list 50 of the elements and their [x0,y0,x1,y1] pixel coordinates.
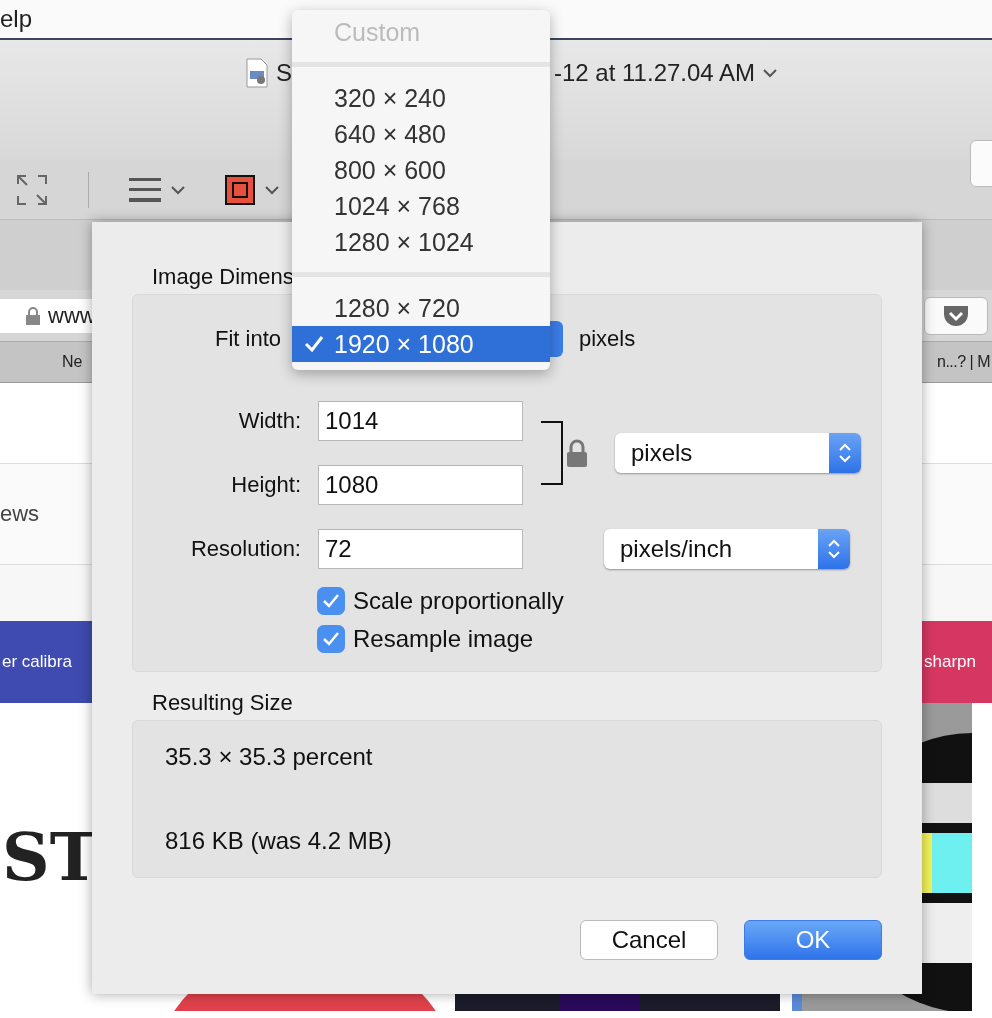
field-label: Height: [230,472,302,498]
menu-item[interactable]: 1280 × 720 [292,290,550,326]
banner[interactable]: sharpn [922,621,992,703]
chevron-icon [763,68,778,78]
unit-popup[interactable]: pixels/inch [604,529,850,569]
bracket [541,421,563,485]
chevron-icon [265,185,279,195]
menu-item[interactable]: 320 × 240 [292,80,550,116]
nav-link[interactable]: ews [0,501,40,527]
chevron-icon [171,185,185,195]
pocket-icon [943,303,969,328]
lines-icon[interactable] [129,175,161,204]
checkbox-label: Resample image [353,625,534,653]
check-icon [304,335,324,353]
lock-icon [26,306,40,325]
unit-label: pixels [579,326,636,352]
menu-title[interactable]: elp [0,5,33,33]
checkbox[interactable] [317,587,345,615]
border-color-icon[interactable] [225,174,255,205]
lock-icon[interactable] [567,439,587,467]
input-field[interactable]: 72 [318,529,523,569]
field-label: Width: [237,408,302,434]
menu-item[interactable]: 800 × 600 [292,152,550,188]
bookmark-link[interactable]: n...? | M [937,353,990,371]
section-title: Resulting Size [152,690,294,716]
result-text: 816 KB (was 4.2 MB) [165,827,393,855]
unit-popup[interactable]: pixels [615,433,861,473]
menu-item[interactable]: 1024 × 768 [292,188,550,224]
document-icon [246,58,268,88]
menu-item[interactable]: 1920 × 1080 [292,326,550,362]
banner[interactable]: er calibra [0,621,92,703]
checkbox[interactable] [317,625,345,653]
section-title: Image Dimens [152,264,295,290]
field-label: Fit into [213,326,281,352]
stepper-icon [838,441,852,465]
stepper-icon [827,537,841,561]
bookmark-link[interactable]: Ne [62,353,83,371]
input-field[interactable]: 1014 [318,401,523,441]
menu-item[interactable]: 640 × 480 [292,116,550,152]
pocket-button[interactable] [924,296,988,335]
cancel-button[interactable]: Cancel [580,920,718,960]
resize-icon[interactable] [16,173,48,206]
window-title: S [276,59,292,87]
result-text: 35.3 × 35.3 percent [165,743,374,771]
input-field[interactable]: 1080 [318,465,523,505]
checkbox-label: Scale proportionally [353,587,564,615]
menu-item[interactable]: 1280 × 1024 [292,224,550,260]
headline: ST [2,818,100,896]
field-label: Resolution: [189,536,302,562]
window-title: -12 at 11.27.04 AM [554,59,756,87]
